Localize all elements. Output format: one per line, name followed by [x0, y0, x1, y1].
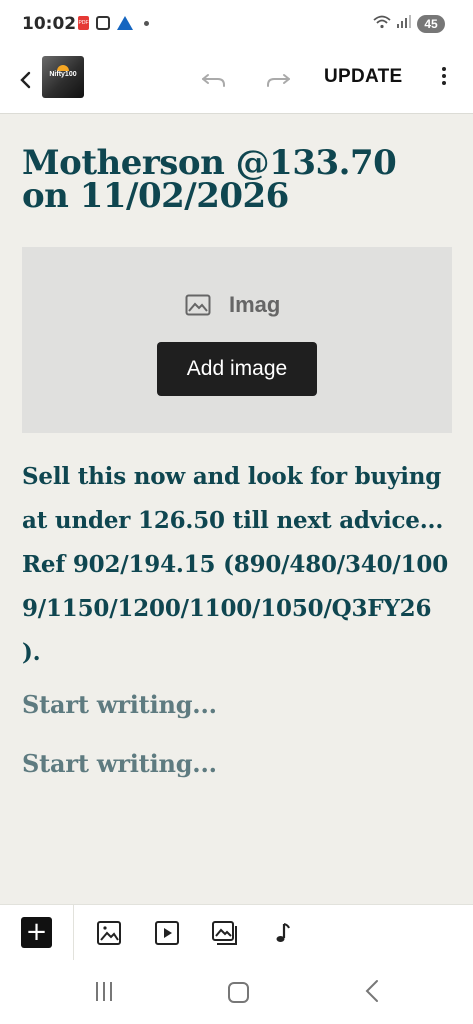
- add-block-button[interactable]: +: [21, 917, 52, 948]
- nav-back-icon[interactable]: [361, 978, 385, 1004]
- start-writing-placeholder[interactable]: Start writing...: [22, 749, 217, 778]
- signal-icon: [397, 15, 411, 33]
- site-logo[interactable]: Nifty100: [42, 56, 84, 98]
- update-button[interactable]: UPDATE: [324, 66, 403, 88]
- more-vertical-icon: [434, 67, 454, 85]
- insert-image-button[interactable]: [96, 920, 122, 946]
- gallery-icon: [212, 921, 237, 945]
- screenshot-icon: [96, 16, 110, 30]
- post-body-paragraph[interactable]: Sell this now and look for buying at und…: [22, 455, 452, 675]
- pdf-icon: PDF: [78, 16, 89, 30]
- toolbar-divider: [73, 905, 74, 961]
- undo-icon: [202, 74, 225, 87]
- image-placeholder: Imag: [185, 292, 280, 318]
- system-nav-bar: [0, 960, 473, 1024]
- insert-video-button[interactable]: [154, 920, 180, 946]
- insert-audio-button[interactable]: [271, 920, 297, 946]
- back-arrow-icon: [20, 71, 31, 89]
- battery-indicator: 45: [417, 15, 445, 33]
- video-icon: [155, 921, 179, 945]
- post-title[interactable]: Motherson @133.70 on 11/02/2026: [22, 146, 452, 213]
- recent-apps-icon[interactable]: [96, 982, 112, 1001]
- redo-button[interactable]: [263, 64, 293, 94]
- image-block-label: Imag: [229, 292, 281, 317]
- music-note-icon: [276, 923, 290, 942]
- status-icons-left: PDF: [78, 16, 149, 30]
- triangle-app-icon: [117, 16, 133, 30]
- add-image-button[interactable]: Add image: [157, 342, 317, 396]
- logo-text: Nifty100: [49, 71, 77, 78]
- wifi-icon: [373, 15, 391, 33]
- redo-icon: [267, 74, 290, 87]
- block-toolbar: +: [0, 904, 473, 961]
- image-icon: [185, 294, 211, 316]
- image-block[interactable]: Imag Add image: [22, 247, 452, 433]
- insert-gallery-button[interactable]: [211, 920, 237, 946]
- start-writing-placeholder[interactable]: Start writing...: [22, 690, 217, 719]
- status-icons-right: 45: [373, 15, 445, 33]
- more-options-button[interactable]: [434, 64, 454, 94]
- back-button[interactable]: [14, 65, 38, 95]
- undo-button[interactable]: [199, 64, 229, 94]
- status-bar: 10:02 PDF 45: [0, 0, 473, 50]
- image-icon: [97, 921, 121, 945]
- notification-dot-icon: [144, 20, 149, 26]
- home-icon[interactable]: [228, 982, 249, 1003]
- editor-toolbar: Nifty100 UPDATE: [0, 50, 473, 114]
- status-time: 10:02: [22, 14, 77, 34]
